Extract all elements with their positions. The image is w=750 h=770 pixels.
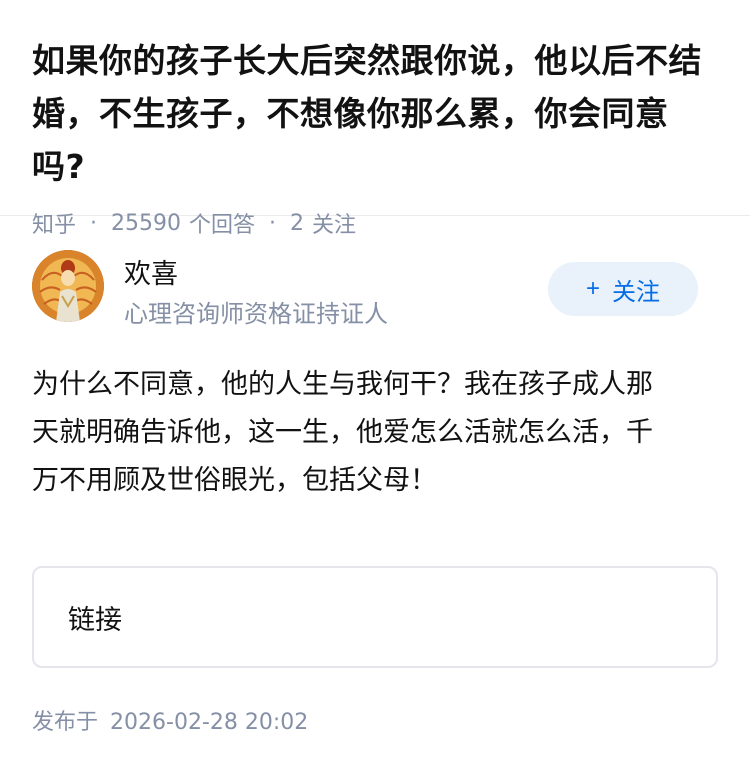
publish-label: 发布于 — [32, 710, 99, 735]
publish-info: 发布于 2026-02-28 20:02 — [32, 704, 308, 736]
guanyin-avatar-image — [32, 250, 104, 322]
answer-content: 为什么不同意，他的人生与我何干？我在孩子成人那天就明确告诉他，这一生，他爱怎么活… — [32, 369, 653, 496]
avatar[interactable] — [32, 250, 104, 322]
author-name[interactable]: 欢喜 — [124, 252, 178, 291]
link-card[interactable]: 链接 — [32, 566, 718, 668]
follow-button[interactable]: + 关注 — [548, 262, 698, 316]
publish-time: 2026-02-28 20:02 — [110, 710, 309, 735]
author-card: 欢喜 心理咨询师资格证持证人 + 关注 — [0, 250, 750, 360]
question-title[interactable]: 如果你的孩子长大后突然跟你说，他以后不结婚，不生孩子，不想像你那么累，你会同意吗… — [32, 34, 718, 193]
follow-button-label: 关注 — [612, 278, 660, 306]
author-description: 心理咨询师资格证持证人 — [124, 300, 388, 328]
follow-count: 2 — [290, 210, 305, 236]
plus-icon: + — [585, 275, 600, 302]
meta-separator: · — [269, 210, 277, 236]
link-card-label: 链接 — [68, 604, 122, 636]
answer-count-label[interactable]: 个回答 — [189, 207, 255, 239]
meta-separator: · — [90, 210, 98, 236]
question-meta: 知乎 · 25590 个回答 · 2 关注 — [32, 207, 718, 239]
source-label[interactable]: 知乎 — [32, 207, 76, 239]
answer-count: 25590 — [111, 210, 182, 236]
follow-count-label: 关注 — [312, 213, 357, 238]
question-header: 如果你的孩子长大后突然跟你说，他以后不结婚，不生孩子，不想像你那么累，你会同意吗… — [0, 0, 750, 238]
